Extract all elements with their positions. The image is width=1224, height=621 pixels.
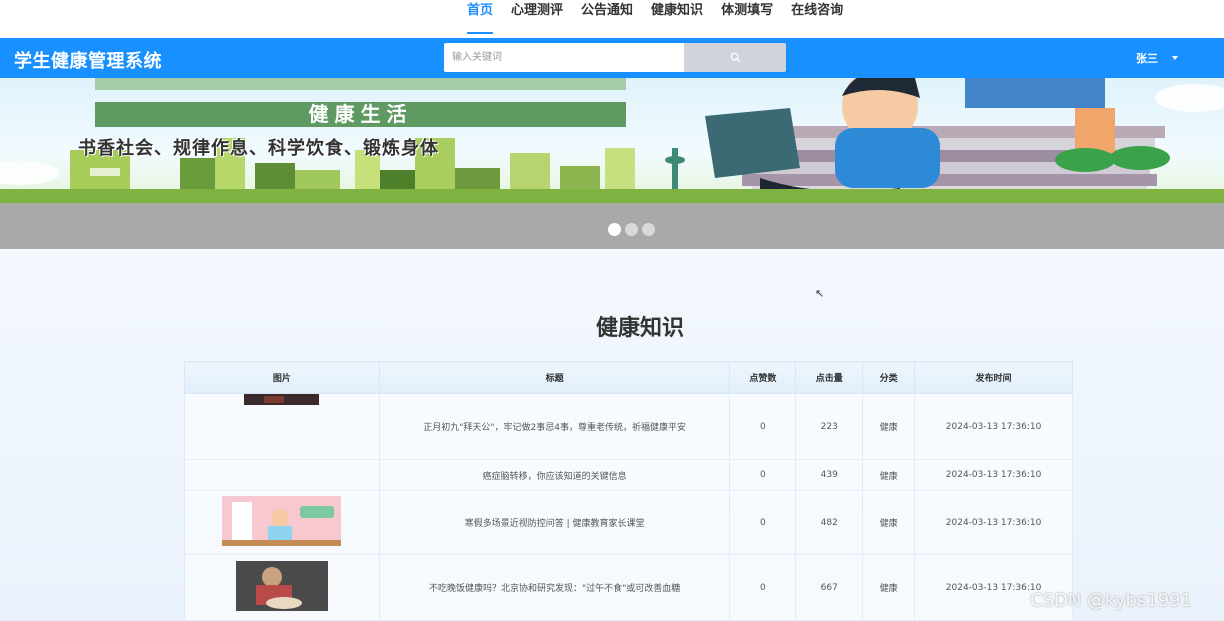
user-name: 张三 [1136, 52, 1158, 65]
nav-list: 首页 心理测评 公告通知 健康知识 体测填写 在线咨询 [458, 0, 852, 36]
row-image-cell [184, 393, 380, 460]
column-header-image[interactable]: 图片 [184, 361, 380, 394]
row-image-cell [184, 554, 380, 621]
row-likes: 0 [729, 393, 797, 460]
row-clicks: 439 [795, 459, 864, 491]
nav-item-0[interactable]: 首页 [458, 0, 502, 36]
carousel-dot[interactable] [608, 223, 621, 236]
row-clicks: 482 [795, 490, 864, 555]
news-thumbnail[interactable] [222, 496, 342, 546]
nav-item-3[interactable]: 健康知识 [642, 0, 712, 36]
chevron-down-icon [1172, 56, 1178, 60]
nav-item-4[interactable]: 体测填写 [712, 0, 782, 36]
banner-subtitle: 健康生活 [308, 102, 413, 126]
row-title[interactable]: 寒假多场景近视防控问答 | 健康教育家长课堂 [378, 490, 731, 555]
section-title: 健康知识 [595, 316, 684, 341]
header-bar: 学生健康管理系统 张三 [0, 38, 1224, 78]
top-nav: 首页 心理测评 公告通知 健康知识 体测填写 在线咨询 [0, 0, 1224, 38]
nav-item-1[interactable]: 心理测评 [502, 0, 572, 36]
table-row[interactable]: 正月初九"拜天公"，牢记做2事忌4事，尊重老传统，祈福健康平安 0 223 健康… [184, 393, 1073, 460]
row-image-cell [184, 459, 380, 491]
watermark: CSDN @kybs1991 [1030, 590, 1193, 611]
news-thumbnail[interactable] [244, 394, 320, 405]
search-input[interactable] [444, 43, 684, 72]
row-publish-time: 2024-03-13 17:36:10 [914, 490, 1073, 555]
carousel-dot[interactable] [625, 223, 638, 236]
row-title[interactable]: 正月初九"拜天公"，牢记做2事忌4事，尊重老传统，祈福健康平安 [378, 393, 731, 460]
column-header-likes[interactable]: 点赞数 [729, 361, 797, 394]
main-content: ↖ 健康知识 图片 标题 点赞数 点击量 分类 发布时间 正月初九"拜天公"，牢… [0, 249, 1224, 621]
row-image-cell [184, 490, 380, 555]
carousel-dots [608, 223, 655, 236]
search-icon [730, 52, 740, 63]
nav-item-5[interactable]: 在线咨询 [782, 0, 852, 36]
banner-ground [0, 189, 1224, 203]
table-header-row: 图片 标题 点赞数 点击量 分类 发布时间 [184, 361, 1073, 394]
table-row[interactable]: 不吃晚饭健康吗？北京协和研究发现："过午不食"或可改善血糖 0 667 健康 2… [184, 554, 1073, 621]
row-publish-time: 2024-03-13 17:36:10 [914, 459, 1073, 491]
row-category: 健康 [862, 393, 916, 460]
nav-item-2[interactable]: 公告通知 [572, 0, 642, 36]
column-header-category[interactable]: 分类 [862, 361, 916, 394]
banner-carousel[interactable]: 健康生活 书香社会、规律作息、科学饮食、锻炼身体 [0, 78, 1224, 203]
row-category: 健康 [862, 459, 916, 491]
news-thumbnail[interactable] [235, 561, 328, 611]
column-header-publish-time[interactable]: 发布时间 [914, 361, 1073, 394]
table-row[interactable]: 寒假多场景近视防控问答 | 健康教育家长课堂 0 482 健康 2024-03-… [184, 490, 1073, 555]
row-likes: 0 [729, 459, 797, 491]
row-category: 健康 [862, 554, 916, 621]
site-title: 学生健康管理系统 [14, 51, 162, 72]
row-title[interactable]: 不吃晚饭健康吗？北京协和研究发现："过午不食"或可改善血糖 [378, 554, 731, 621]
banner-slogan: 书香社会、规律作息、科学饮食、锻炼身体 [78, 138, 439, 159]
column-header-title[interactable]: 标题 [378, 361, 731, 394]
carousel-dot[interactable] [642, 223, 655, 236]
row-likes: 0 [729, 554, 797, 621]
row-clicks: 223 [795, 393, 864, 460]
row-title[interactable]: 癌症脑转移，你应该知道的关键信息 [378, 459, 731, 491]
row-clicks: 667 [795, 554, 864, 621]
search-button[interactable] [684, 43, 786, 72]
row-likes: 0 [729, 490, 797, 555]
row-category: 健康 [862, 490, 916, 555]
row-publish-time: 2024-03-13 17:36:10 [914, 393, 1073, 460]
mouse-pointer-icon: ↖ [815, 287, 825, 300]
user-menu[interactable]: 张三 [1136, 50, 1178, 66]
knowledge-table: 图片 标题 点赞数 点击量 分类 发布时间 正月初九"拜天公"，牢记做2事忌4事… [184, 361, 1073, 621]
column-header-clicks[interactable]: 点击量 [795, 361, 864, 394]
table-row[interactable]: 癌症脑转移，你应该知道的关键信息 0 439 健康 2024-03-13 17:… [184, 459, 1073, 491]
